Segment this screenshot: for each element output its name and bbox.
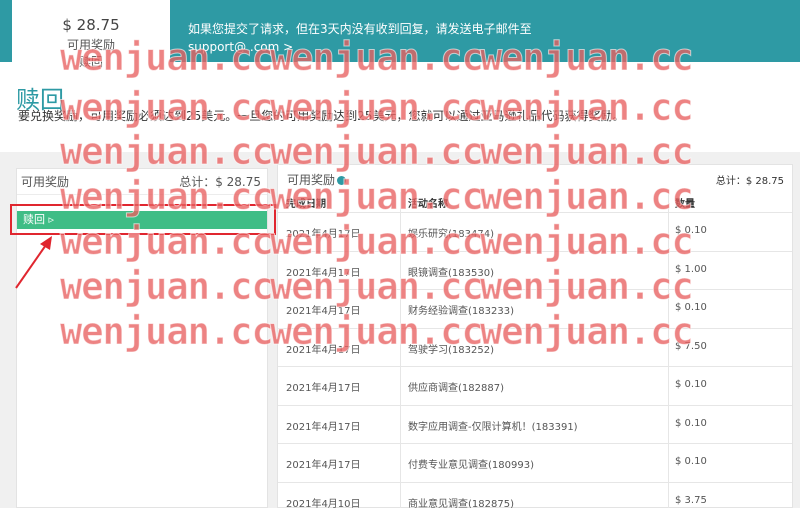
redeem-page: $ 28.75 可用奖励 赎回 如果您提交了请求，但在3天内没有收到回复，请发送… xyxy=(0,0,800,508)
table-row: 2021年4月17日 财务经验调查(183233) $ 0.10 xyxy=(278,289,792,328)
row-activity-name: 眼镜调查(183530) xyxy=(408,267,494,279)
rewards-table-title-text: 可用奖励 xyxy=(287,173,336,187)
rewards-table-panel: 可用奖励 总计：$ 28.75 完成日期 活动名称 数量 2021年4月17日 娱… xyxy=(277,164,793,508)
row-quantity: $ 1.00 xyxy=(675,263,707,275)
row-activity-name: 商业意见调查(182875) xyxy=(408,498,514,508)
balance-redeem-link[interactable]: 赎回 xyxy=(12,53,170,70)
table-row: 2021年4月17日 数字应用调查-仅限计算机！(183391) $ 0.10 xyxy=(278,404,792,444)
column-header-date[interactable]: 完成日期 xyxy=(286,195,326,210)
row-date: 2021年4月17日 xyxy=(286,229,361,240)
table-row: 2021年4月17日 付费专业意见调查(180993) $ 0.10 xyxy=(278,443,792,482)
page-description: 要兑换奖励，可用奖励必须达到25美元。一旦您的可用奖励达到25美元，您就可以通过… xyxy=(18,109,625,123)
row-quantity: $ 0.10 xyxy=(675,417,707,429)
rewards-table-title: 可用奖励 xyxy=(287,171,347,188)
row-quantity: $ 0.10 xyxy=(675,302,707,313)
column-header-name[interactable]: 活动名称 xyxy=(408,195,448,210)
row-quantity: $ 0.10 xyxy=(675,225,707,236)
support-email-link[interactable]: support@ .com > xyxy=(188,38,532,56)
balance-amount: $ 28.75 xyxy=(62,16,120,34)
table-row: 2021年4月10日 商业意见调查(182875) $ 3.75 xyxy=(278,481,792,508)
row-date: 2021年4月10日 xyxy=(286,498,361,508)
balance-label: 可用奖励 xyxy=(66,38,115,52)
row-date: 2021年4月17日 xyxy=(286,383,361,394)
balance-card: $ 28.75 可用奖励 赎回 xyxy=(12,0,170,69)
top-banner: $ 28.75 可用奖励 赎回 如果您提交了请求，但在3天内没有收到回复，请发送… xyxy=(0,0,800,69)
pointer-arrow-icon xyxy=(15,236,52,289)
help-icon[interactable] xyxy=(337,176,347,185)
support-message: 如果您提交了请求，但在3天内没有收到回复，请发送电子邮件至 support@ .… xyxy=(188,20,532,56)
row-quantity: $ 7.50 xyxy=(675,340,707,352)
row-activity-name: 付费专业意见调查(180993) xyxy=(408,460,534,471)
row-date: 2021年4月17日 xyxy=(286,460,361,471)
rewards-table-body: 2021年4月17日 娱乐研究(183474) $ 0.10 2021年4月17日眼… xyxy=(278,212,792,508)
rewards-summary-title: 可用奖励 xyxy=(21,175,70,189)
row-date: 2021年4月17日 xyxy=(286,344,361,356)
row-activity-name: 供应商调查(182887) xyxy=(408,383,504,394)
row-quantity: $ 0.10 xyxy=(675,456,707,467)
support-message-line: 如果您提交了请求，但在3天内没有收到回复，请发送电子邮件至 xyxy=(188,22,532,36)
row-activity-name: 驾驶学习(183252) xyxy=(408,344,494,356)
row-quantity: $ 3.75 xyxy=(675,494,707,506)
row-date: 2021年4月17日 xyxy=(286,421,361,433)
rewards-summary-header: 可用奖励 总计：$ 28.75 xyxy=(17,169,267,195)
row-quantity: $ 0.10 xyxy=(675,379,707,390)
row-activity-name: 财务经验调查(183233) xyxy=(408,306,514,317)
row-date: 2021年4月17日 xyxy=(286,306,361,317)
table-row: 2021年4月17日 娱乐研究(183474) $ 0.10 xyxy=(278,212,792,251)
row-activity-name: 娱乐研究(183474) xyxy=(408,229,494,240)
redeem-highlight-box xyxy=(10,204,276,235)
table-row: 2021年4月17日 供应商调查(182887) $ 0.10 xyxy=(278,366,792,405)
rewards-summary-total: 总计：$ 28.75 xyxy=(179,175,261,189)
row-date: 2021年4月17日 xyxy=(286,267,361,279)
table-row: 2021年4月17日 眼镜调查(183530) $ 1.00 xyxy=(278,250,792,290)
column-header-qty[interactable]: 数量 xyxy=(675,195,695,210)
table-row: 2021年4月17日 驾驶学习(183252) $ 7.50 xyxy=(278,327,792,367)
row-activity-name: 数字应用调查-仅限计算机！(183391) xyxy=(408,421,578,433)
rewards-table-total: 总计：$ 28.75 xyxy=(715,176,784,187)
